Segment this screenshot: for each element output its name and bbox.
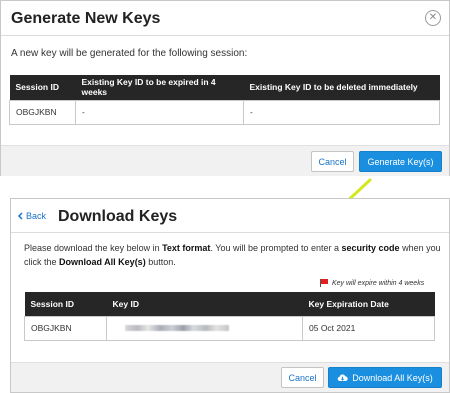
instructions-emphasis: Text format [162,243,211,253]
instructions-part: button. [145,257,176,267]
expiry-note: Key will expire within 4 weeks [320,279,424,287]
column-header: Key Expiration Date [302,292,435,316]
instructions-emphasis: security code [341,243,400,253]
dialog-footer: Cancel Generate Key(s) [1,145,449,176]
instructions-emphasis: Download All Key(s) [59,257,146,267]
column-header: Key ID [106,292,303,316]
table-header-row: Session ID Key ID Key Expiration Date [24,292,435,316]
cancel-button[interactable]: Cancel [311,151,354,172]
dialog-header: Generate New Keys ✕ [1,1,449,36]
dialog-title: Generate New Keys [11,10,161,27]
column-header: Session ID [9,75,76,100]
back-link[interactable]: Back [17,211,46,221]
instructions-text: Please download the key below in Text fo… [24,241,444,269]
dialog-footer: Cancel Download All Key(s) [11,362,449,392]
expiration-date-cell: 05 Oct 2021 [302,315,435,341]
table-header-row: Session ID Existing Key ID to be expired… [9,75,440,100]
expiring-key-cell: - [75,99,244,125]
table-row: OBGJKBN - - [9,99,440,125]
generate-keys-button[interactable]: Generate Key(s) [359,151,442,172]
intro-text: A new key will be generated for the foll… [11,48,248,59]
close-icon[interactable]: ✕ [425,10,441,26]
back-label: Back [26,211,47,221]
download-all-keys-label: Download All Key(s) [352,372,433,383]
key-id-cell [106,315,303,341]
cloud-download-icon [337,374,348,382]
session-table: Session ID Existing Key ID to be expired… [9,75,440,125]
session-id-cell: OBGJKBN [9,99,76,125]
keys-table: Session ID Key ID Key Expiration Date OB… [24,292,435,341]
dialog-title: Download Keys [58,208,178,225]
deleted-key-cell: - [243,99,440,125]
column-header: Session ID [24,292,107,316]
cancel-button[interactable]: Cancel [281,367,324,388]
instructions-part: Please download the key below in [24,243,163,253]
chevron-left-icon [17,212,23,220]
generate-keys-dialog: Generate New Keys ✕ A new key will be ge… [0,0,450,176]
dialog-header: Back Download Keys [11,199,449,233]
column-header: Existing Key ID to be deleted immediatel… [243,75,440,100]
column-header: Existing Key ID to be expired in 4 weeks [75,75,244,100]
instructions-part: . You will be prompted to enter a [210,243,342,253]
redacted-key-id [125,325,229,331]
download-all-keys-button[interactable]: Download All Key(s) [328,367,442,388]
download-keys-dialog: Back Download Keys Please download the k… [10,198,450,393]
table-row: OBGJKBN 05 Oct 2021 [24,315,435,341]
session-id-cell: OBGJKBN [24,315,107,341]
expiry-note-text: Key will expire within 4 weeks [332,279,425,287]
flag-icon [320,279,329,287]
